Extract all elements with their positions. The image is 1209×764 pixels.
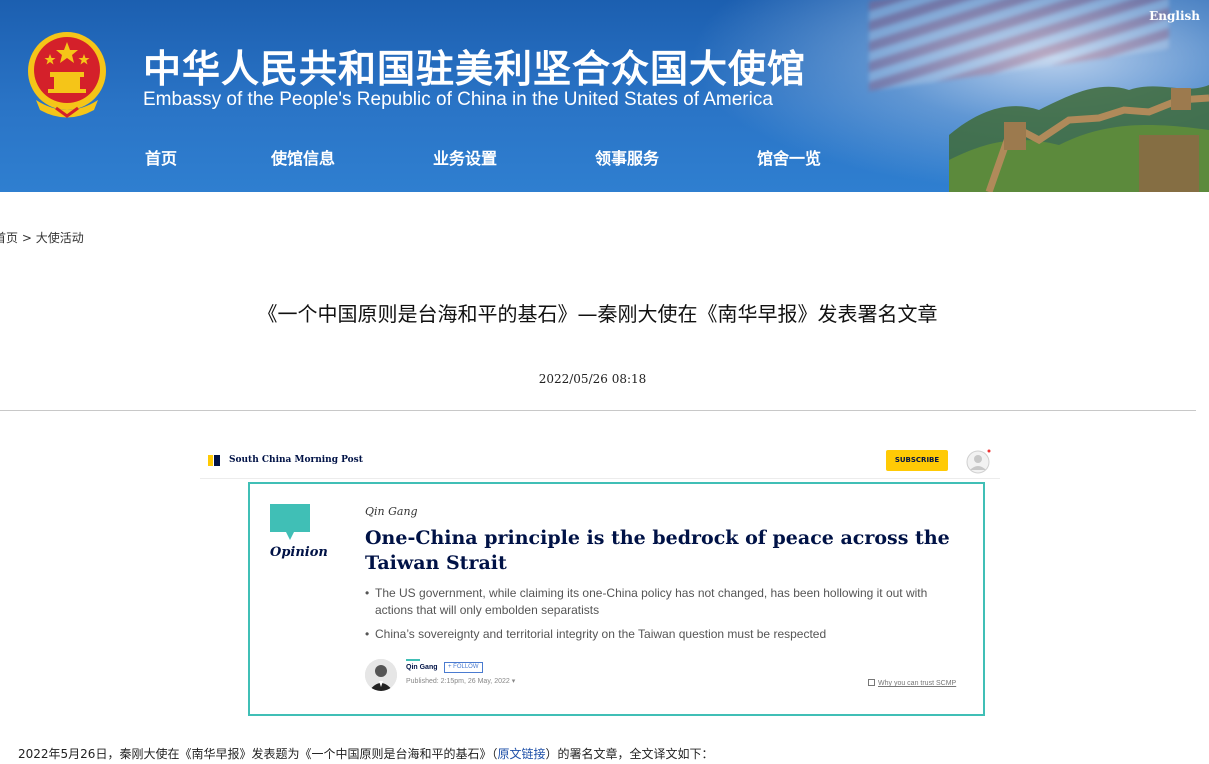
article-date: 2022/05/26 08:18 — [538, 372, 647, 386]
speech-bubble-icon — [270, 504, 310, 540]
summary-bullet: • China’s sovereignty and territorial int… — [365, 626, 965, 643]
header-banner: English 中华人民共和国驻美利坚合众国大使馆 Embassy of the… — [0, 0, 1209, 192]
user-avatar-icon — [966, 449, 991, 474]
summary-bullet: • The US government, while claiming its o… — [365, 585, 965, 619]
breadcrumb-current-link[interactable]: 大使活动 — [36, 231, 84, 245]
published-date: Published: 2:15pm, 26 May, 2022 ▾ — [406, 678, 516, 685]
main-nav: 首页 使馆信息 业务设置 领事服务 馆舍一览 — [0, 145, 900, 171]
author-portrait-icon — [365, 659, 397, 691]
scmp-logo-text: South China Morning Post — [229, 455, 363, 465]
scmp-article-card: Opinion Qin Gang One-China principle is … — [248, 482, 985, 716]
byline-author: Qin Gang — [365, 505, 418, 518]
embassy-title-chinese: 中华人民共和国驻美利坚合众国大使馆 — [143, 47, 807, 91]
nav-item-home[interactable]: 首页 — [145, 145, 177, 169]
intro-text-start: 2022年5月26日，秦刚大使在《南华早报》发表题为《一个中国原则是台海和平的基… — [18, 747, 498, 761]
author-row: Qin Gang + FOLLOW Published: 2:15pm, 26 … — [365, 656, 965, 692]
summary-bullets: • The US government, while claiming its o… — [365, 585, 965, 650]
scmp-topbar: South China Morning Post SUBSCRIBE — [200, 445, 1000, 479]
author-accent-bar — [406, 659, 420, 661]
title-divider — [0, 410, 1196, 411]
nav-item-consular[interactable]: 领事服务 — [595, 145, 659, 169]
summary-bullet-text: China’s sovereignty and territorial inte… — [375, 627, 827, 641]
scmp-subscribe-button: SUBSCRIBE — [886, 450, 948, 471]
nav-item-services[interactable]: 业务设置 — [433, 145, 497, 169]
trust-scmp-text: Why you can trust SCMP — [878, 680, 957, 687]
breadcrumb: 首页 > 大使活动 — [0, 229, 84, 246]
nav-item-premises[interactable]: 馆舍一览 — [757, 145, 821, 169]
scmp-headline: One-China principle is the bedrock of pe… — [365, 527, 950, 574]
scmp-logo-icon — [208, 455, 220, 466]
info-icon — [868, 679, 875, 686]
great-wall-image — [949, 85, 1209, 192]
article-title: 《一个中国原则是台海和平的基石》—秦刚大使在《南华早报》发表署名文章 — [257, 302, 938, 326]
author-name: Qin Gang — [406, 664, 438, 671]
trust-scmp-link: Why you can trust SCMP — [868, 679, 956, 687]
embassy-title-english: Embassy of the People's Republic of Chin… — [143, 89, 773, 110]
intro-text-end: ）的署名文章，全文译文如下： — [545, 747, 714, 761]
breadcrumb-home-link[interactable]: 首页 — [0, 231, 18, 245]
summary-bullet-text: The US government, while claiming its on… — [375, 586, 928, 617]
original-article-link[interactable]: 原文链接 — [497, 747, 545, 761]
bullet-mark: • — [365, 627, 370, 641]
author-avatar — [365, 659, 397, 691]
nav-item-embassy-info[interactable]: 使馆信息 — [271, 145, 335, 169]
national-emblem-icon — [28, 32, 106, 118]
article-intro-paragraph: 2022年5月26日，秦刚大使在《南华早报》发表题为《一个中国原则是台海和平的基… — [18, 745, 713, 762]
follow-button: + FOLLOW — [444, 662, 483, 673]
breadcrumb-separator: > — [18, 231, 36, 245]
english-language-link[interactable]: English — [1149, 9, 1200, 23]
bullet-mark: • — [365, 586, 370, 600]
opinion-label: Opinion — [270, 545, 328, 560]
